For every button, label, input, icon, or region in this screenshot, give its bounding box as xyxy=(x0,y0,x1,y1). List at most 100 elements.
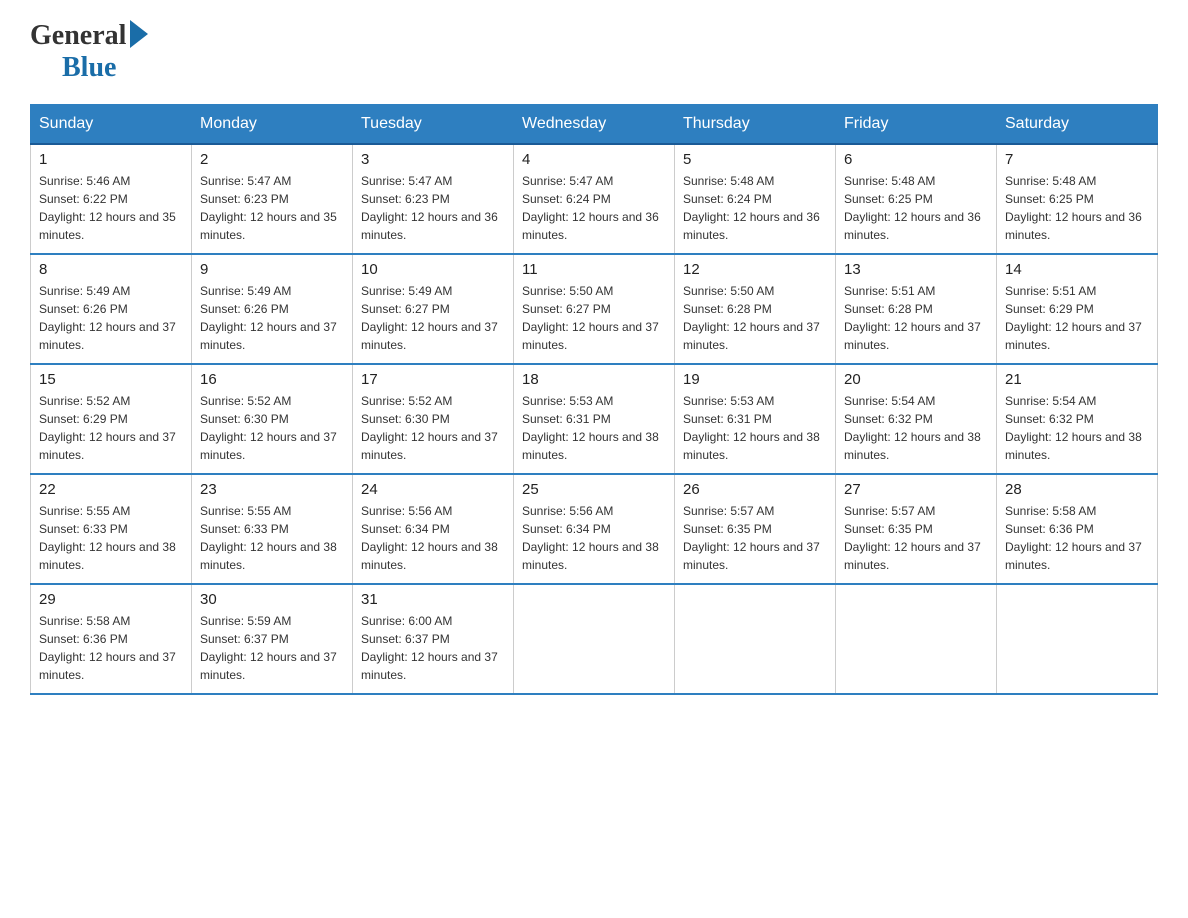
day-number: 25 xyxy=(522,481,666,498)
column-header-saturday: Saturday xyxy=(997,105,1158,145)
day-info: Sunrise: 5:48 AM Sunset: 6:25 PM Dayligh… xyxy=(844,172,988,244)
calendar-cell: 24 Sunrise: 5:56 AM Sunset: 6:34 PM Dayl… xyxy=(353,474,514,584)
logo-arrow-icon xyxy=(130,20,148,48)
day-info: Sunrise: 5:57 AM Sunset: 6:35 PM Dayligh… xyxy=(683,502,827,574)
day-number: 20 xyxy=(844,371,988,388)
day-number: 15 xyxy=(39,371,183,388)
day-info: Sunrise: 5:47 AM Sunset: 6:23 PM Dayligh… xyxy=(361,172,505,244)
calendar-cell: 29 Sunrise: 5:58 AM Sunset: 6:36 PM Dayl… xyxy=(31,584,192,694)
day-number: 6 xyxy=(844,151,988,168)
day-number: 9 xyxy=(200,261,344,278)
day-info: Sunrise: 5:49 AM Sunset: 6:26 PM Dayligh… xyxy=(200,282,344,354)
day-info: Sunrise: 5:46 AM Sunset: 6:22 PM Dayligh… xyxy=(39,172,183,244)
day-info: Sunrise: 5:57 AM Sunset: 6:35 PM Dayligh… xyxy=(844,502,988,574)
day-info: Sunrise: 5:51 AM Sunset: 6:29 PM Dayligh… xyxy=(1005,282,1149,354)
day-info: Sunrise: 5:55 AM Sunset: 6:33 PM Dayligh… xyxy=(39,502,183,574)
day-info: Sunrise: 5:58 AM Sunset: 6:36 PM Dayligh… xyxy=(1005,502,1149,574)
day-number: 19 xyxy=(683,371,827,388)
day-info: Sunrise: 5:59 AM Sunset: 6:37 PM Dayligh… xyxy=(200,612,344,684)
column-header-wednesday: Wednesday xyxy=(514,105,675,145)
day-number: 18 xyxy=(522,371,666,388)
day-info: Sunrise: 5:48 AM Sunset: 6:24 PM Dayligh… xyxy=(683,172,827,244)
calendar-week-row: 29 Sunrise: 5:58 AM Sunset: 6:36 PM Dayl… xyxy=(31,584,1158,694)
calendar-week-row: 15 Sunrise: 5:52 AM Sunset: 6:29 PM Dayl… xyxy=(31,364,1158,474)
day-number: 4 xyxy=(522,151,666,168)
day-info: Sunrise: 5:52 AM Sunset: 6:30 PM Dayligh… xyxy=(200,392,344,464)
calendar-cell: 19 Sunrise: 5:53 AM Sunset: 6:31 PM Dayl… xyxy=(675,364,836,474)
day-info: Sunrise: 5:53 AM Sunset: 6:31 PM Dayligh… xyxy=(522,392,666,464)
logo-blue-text: Blue xyxy=(62,52,116,84)
calendar-cell: 31 Sunrise: 6:00 AM Sunset: 6:37 PM Dayl… xyxy=(353,584,514,694)
day-info: Sunrise: 5:54 AM Sunset: 6:32 PM Dayligh… xyxy=(1005,392,1149,464)
day-number: 31 xyxy=(361,591,505,608)
calendar-cell: 4 Sunrise: 5:47 AM Sunset: 6:24 PM Dayli… xyxy=(514,144,675,254)
calendar-cell: 26 Sunrise: 5:57 AM Sunset: 6:35 PM Dayl… xyxy=(675,474,836,584)
column-header-monday: Monday xyxy=(192,105,353,145)
calendar-cell xyxy=(514,584,675,694)
day-info: Sunrise: 5:47 AM Sunset: 6:24 PM Dayligh… xyxy=(522,172,666,244)
day-number: 17 xyxy=(361,371,505,388)
calendar-cell: 1 Sunrise: 5:46 AM Sunset: 6:22 PM Dayli… xyxy=(31,144,192,254)
calendar-cell: 6 Sunrise: 5:48 AM Sunset: 6:25 PM Dayli… xyxy=(836,144,997,254)
calendar-cell: 8 Sunrise: 5:49 AM Sunset: 6:26 PM Dayli… xyxy=(31,254,192,364)
calendar-cell: 11 Sunrise: 5:50 AM Sunset: 6:27 PM Dayl… xyxy=(514,254,675,364)
calendar-cell: 18 Sunrise: 5:53 AM Sunset: 6:31 PM Dayl… xyxy=(514,364,675,474)
day-number: 23 xyxy=(200,481,344,498)
calendar-cell: 28 Sunrise: 5:58 AM Sunset: 6:36 PM Dayl… xyxy=(997,474,1158,584)
day-info: Sunrise: 5:49 AM Sunset: 6:26 PM Dayligh… xyxy=(39,282,183,354)
day-number: 30 xyxy=(200,591,344,608)
day-number: 3 xyxy=(361,151,505,168)
day-info: Sunrise: 5:54 AM Sunset: 6:32 PM Dayligh… xyxy=(844,392,988,464)
day-number: 26 xyxy=(683,481,827,498)
day-number: 10 xyxy=(361,261,505,278)
calendar-cell: 23 Sunrise: 5:55 AM Sunset: 6:33 PM Dayl… xyxy=(192,474,353,584)
day-info: Sunrise: 5:52 AM Sunset: 6:30 PM Dayligh… xyxy=(361,392,505,464)
calendar-cell: 16 Sunrise: 5:52 AM Sunset: 6:30 PM Dayl… xyxy=(192,364,353,474)
column-header-friday: Friday xyxy=(836,105,997,145)
column-header-tuesday: Tuesday xyxy=(353,105,514,145)
column-header-sunday: Sunday xyxy=(31,105,192,145)
calendar-week-row: 1 Sunrise: 5:46 AM Sunset: 6:22 PM Dayli… xyxy=(31,144,1158,254)
calendar-cell: 25 Sunrise: 5:56 AM Sunset: 6:34 PM Dayl… xyxy=(514,474,675,584)
day-number: 21 xyxy=(1005,371,1149,388)
calendar-cell: 5 Sunrise: 5:48 AM Sunset: 6:24 PM Dayli… xyxy=(675,144,836,254)
day-info: Sunrise: 5:51 AM Sunset: 6:28 PM Dayligh… xyxy=(844,282,988,354)
day-number: 27 xyxy=(844,481,988,498)
day-info: Sunrise: 5:48 AM Sunset: 6:25 PM Dayligh… xyxy=(1005,172,1149,244)
day-number: 28 xyxy=(1005,481,1149,498)
calendar-cell xyxy=(675,584,836,694)
day-number: 13 xyxy=(844,261,988,278)
day-info: Sunrise: 6:00 AM Sunset: 6:37 PM Dayligh… xyxy=(361,612,505,684)
calendar-cell: 27 Sunrise: 5:57 AM Sunset: 6:35 PM Dayl… xyxy=(836,474,997,584)
day-number: 22 xyxy=(39,481,183,498)
calendar-cell: 21 Sunrise: 5:54 AM Sunset: 6:32 PM Dayl… xyxy=(997,364,1158,474)
day-info: Sunrise: 5:58 AM Sunset: 6:36 PM Dayligh… xyxy=(39,612,183,684)
day-number: 12 xyxy=(683,261,827,278)
calendar-cell: 15 Sunrise: 5:52 AM Sunset: 6:29 PM Dayl… xyxy=(31,364,192,474)
column-header-thursday: Thursday xyxy=(675,105,836,145)
calendar-cell: 12 Sunrise: 5:50 AM Sunset: 6:28 PM Dayl… xyxy=(675,254,836,364)
calendar-week-row: 8 Sunrise: 5:49 AM Sunset: 6:26 PM Dayli… xyxy=(31,254,1158,364)
day-number: 14 xyxy=(1005,261,1149,278)
day-number: 8 xyxy=(39,261,183,278)
logo-general-text: General xyxy=(30,20,126,52)
page-header: General Blue xyxy=(30,20,1158,84)
calendar-cell: 17 Sunrise: 5:52 AM Sunset: 6:30 PM Dayl… xyxy=(353,364,514,474)
day-info: Sunrise: 5:53 AM Sunset: 6:31 PM Dayligh… xyxy=(683,392,827,464)
day-info: Sunrise: 5:49 AM Sunset: 6:27 PM Dayligh… xyxy=(361,282,505,354)
calendar-cell: 13 Sunrise: 5:51 AM Sunset: 6:28 PM Dayl… xyxy=(836,254,997,364)
day-number: 29 xyxy=(39,591,183,608)
calendar-week-row: 22 Sunrise: 5:55 AM Sunset: 6:33 PM Dayl… xyxy=(31,474,1158,584)
calendar-cell: 30 Sunrise: 5:59 AM Sunset: 6:37 PM Dayl… xyxy=(192,584,353,694)
day-number: 11 xyxy=(522,261,666,278)
calendar-header-row: SundayMondayTuesdayWednesdayThursdayFrid… xyxy=(31,105,1158,145)
day-number: 7 xyxy=(1005,151,1149,168)
calendar-table: SundayMondayTuesdayWednesdayThursdayFrid… xyxy=(30,104,1158,695)
calendar-cell: 20 Sunrise: 5:54 AM Sunset: 6:32 PM Dayl… xyxy=(836,364,997,474)
calendar-cell xyxy=(836,584,997,694)
day-info: Sunrise: 5:50 AM Sunset: 6:27 PM Dayligh… xyxy=(522,282,666,354)
calendar-cell: 22 Sunrise: 5:55 AM Sunset: 6:33 PM Dayl… xyxy=(31,474,192,584)
day-info: Sunrise: 5:56 AM Sunset: 6:34 PM Dayligh… xyxy=(361,502,505,574)
calendar-cell: 3 Sunrise: 5:47 AM Sunset: 6:23 PM Dayli… xyxy=(353,144,514,254)
calendar-cell: 14 Sunrise: 5:51 AM Sunset: 6:29 PM Dayl… xyxy=(997,254,1158,364)
